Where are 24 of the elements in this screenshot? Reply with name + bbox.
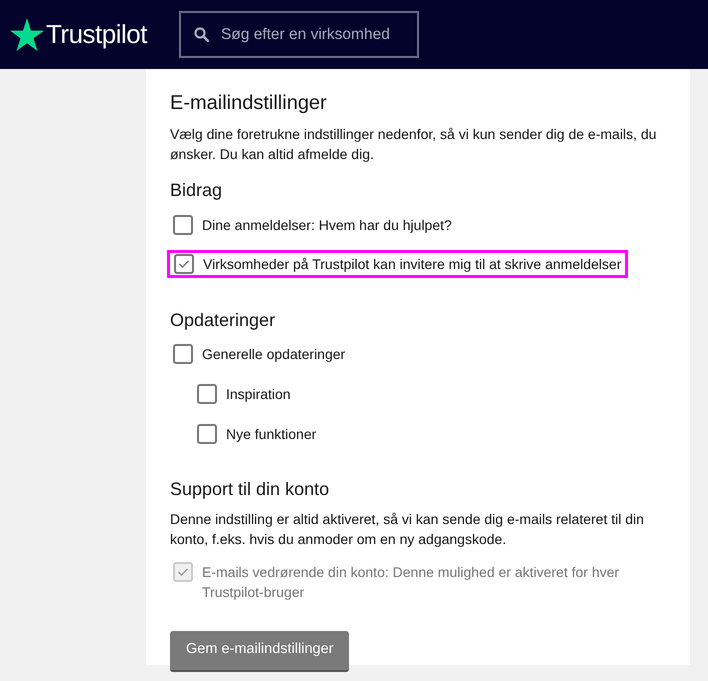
checkbox[interactable]	[197, 424, 217, 444]
search-field[interactable]: Søg efter en virksomhed	[178, 11, 419, 58]
section-heading: Support til din konto	[170, 479, 330, 501]
checkbox[interactable]	[197, 384, 217, 404]
checkbox-label[interactable]: Inspiration	[226, 384, 291, 404]
checkbox[interactable]	[174, 254, 194, 274]
checkbox[interactable]	[173, 344, 193, 364]
section-heading: Opdateringer	[170, 310, 276, 332]
section-description: Denne indstilling er altid aktiveret, så vi kan sende dig e-mails relateret til din konto, f.eks. hvis du anmoder om en ny adgangskode.	[170, 510, 645, 549]
search-icon	[194, 27, 209, 42]
checkbox[interactable]	[173, 214, 193, 235]
page-title: E-mailindstillinger	[170, 91, 328, 115]
intro-text: Vælg dine foretrukne indstillinger nedenfor, så vi kun sender dig de e-mails, du ønsker. Du kan altid afmelde dig.	[170, 125, 658, 164]
checkbox-label[interactable]: Generelle opdateringer	[202, 344, 346, 364]
checkbox-label[interactable]: Nye funktioner	[226, 424, 316, 444]
logo-text[interactable]: Trustpilot	[46, 15, 147, 54]
checkmark-icon	[177, 566, 189, 577]
save-button[interactable]: Gem e-mailindstillinger	[170, 630, 350, 672]
checkbox-label[interactable]: Dine anmeldelser: Hvem har du hjulpet?	[202, 214, 452, 235]
checkbox-label: E-mails vedrørende din konto: Denne mulighed er aktiveret for hver Trustpilot-bruger	[202, 562, 620, 602]
checkmark-icon	[178, 258, 190, 269]
star-icon	[10, 18, 44, 51]
checkbox-label[interactable]: Virksomheder på Trustpilot kan invitere mig til at skrive anmeldelser	[203, 254, 622, 274]
section-heading: Bidrag	[170, 180, 224, 202]
